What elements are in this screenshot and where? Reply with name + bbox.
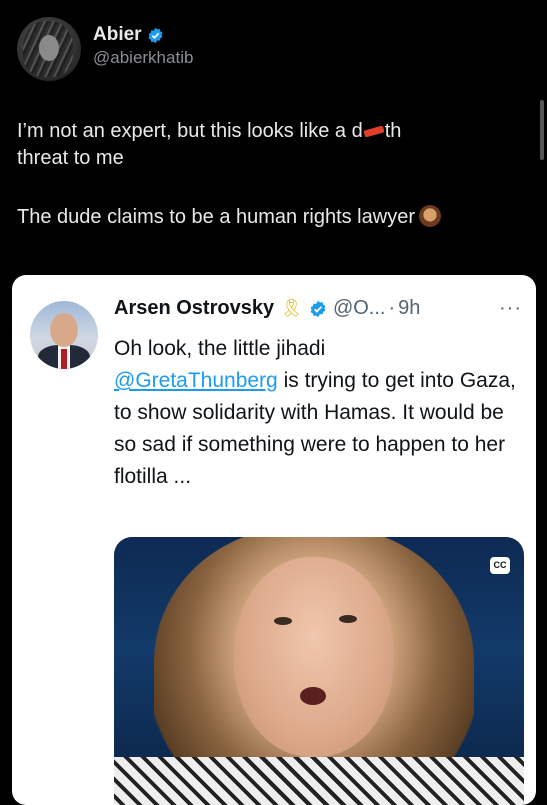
verified-badge-icon — [310, 300, 326, 317]
quoted-author-name[interactable]: Arsen Ostrovsky — [114, 297, 274, 320]
person-facepalm-icon — [418, 205, 441, 227]
avatar[interactable] — [17, 17, 81, 81]
media-image-eye — [339, 615, 357, 623]
author-name-row: Abier — [93, 24, 193, 46]
quoted-header: Arsen Ostrovsky 🎗 @O... · 9h — [114, 297, 420, 320]
post-text: I’m not an expert, but this looks like a… — [17, 118, 527, 231]
ribbon-icon: 🎗 — [280, 298, 303, 318]
separator-dot: · — [388, 297, 396, 319]
author-block: Abier @abierkhatib — [93, 24, 193, 68]
quoted-post-card[interactable]: Arsen Ostrovsky 🎗 @O... · 9h ··· Oh look… — [12, 275, 536, 805]
captions-icon[interactable]: CC — [490, 557, 510, 574]
author-name[interactable]: Abier — [93, 24, 142, 46]
media-image-eye — [274, 617, 292, 625]
quoted-handle[interactable]: @O... — [333, 297, 386, 320]
verified-badge-icon — [148, 27, 163, 43]
post-paragraph-2: The dude claims to be a human rights law… — [17, 204, 527, 231]
quoted-avatar[interactable] — [30, 301, 98, 369]
post-text-part: The dude claims to be a human rights law… — [17, 206, 415, 228]
author-handle[interactable]: @abierkhatib — [93, 48, 193, 68]
quoted-timestamp[interactable]: 9h — [398, 297, 420, 320]
more-options-icon[interactable]: ··· — [499, 298, 522, 318]
post-header: Abier @abierkhatib — [17, 17, 193, 81]
scrollbar[interactable] — [540, 100, 544, 160]
post-text-part: threat to me — [17, 147, 124, 169]
redaction-mark — [363, 125, 385, 138]
post-text-part: I’m not an expert, but this looks like a… — [17, 120, 363, 142]
post-paragraph-1: I’m not an expert, but this looks like a… — [17, 118, 527, 172]
post-text-part: th — [384, 120, 402, 142]
mention-link[interactable]: @GretaThunberg — [114, 369, 278, 392]
quoted-text: Oh look, the little jihadi @GretaThunber… — [114, 333, 524, 493]
media-image-mouth — [300, 687, 326, 705]
quoted-media-video[interactable]: CC — [114, 537, 524, 805]
media-image-scarf — [114, 757, 524, 805]
quoted-text-part: Oh look, the little jihadi — [114, 337, 326, 360]
media-image-face — [234, 557, 394, 757]
